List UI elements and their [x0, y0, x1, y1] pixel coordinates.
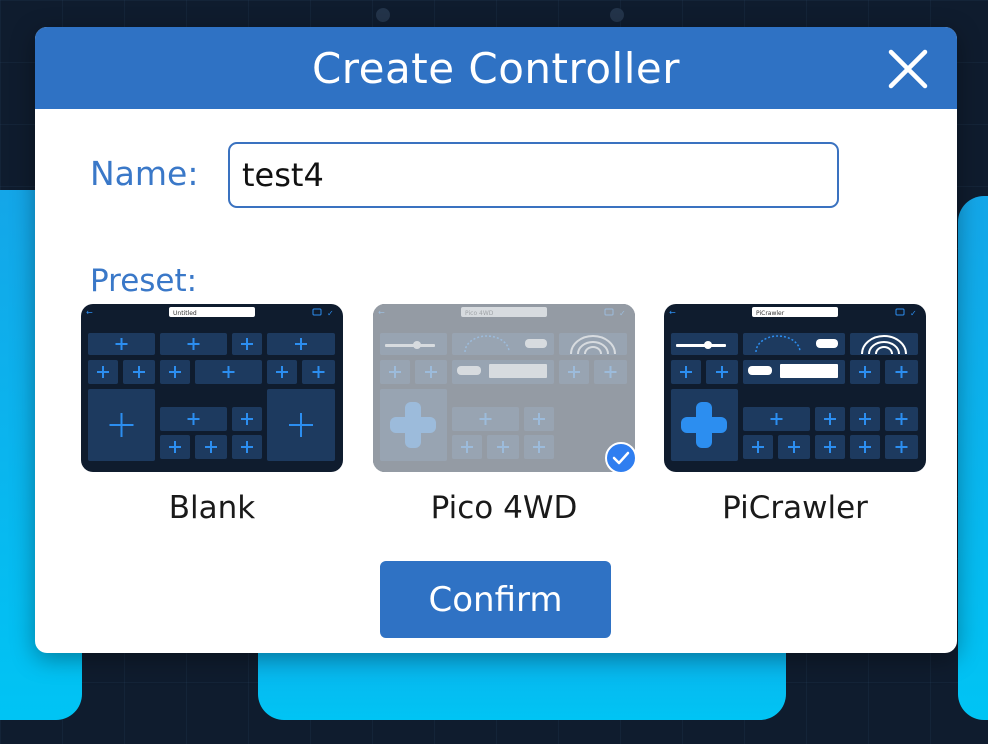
svg-text:✓: ✓	[910, 309, 917, 318]
dialog-header: Create Controller	[35, 27, 957, 109]
background-dot	[376, 8, 390, 22]
selected-check-icon	[605, 442, 637, 474]
create-controller-dialog: Create Controller Name: Preset: Untitled…	[35, 27, 957, 653]
preset-label: Preset:	[90, 263, 198, 299]
svg-text:Untitled: Untitled	[173, 310, 197, 317]
preset-preview-image: PiCrawler ← ✓	[664, 304, 926, 472]
preset-preview-image: Pico 4WD←✓	[373, 304, 635, 472]
preset-thumbnail: PiCrawler ← ✓	[664, 304, 926, 472]
background-dot	[610, 8, 624, 22]
name-input[interactable]	[228, 142, 839, 208]
close-button[interactable]	[887, 48, 929, 90]
dialog-title: Create Controller	[311, 43, 680, 93]
preset-name: Blank	[168, 490, 256, 526]
preset-name: Pico 4WD	[430, 490, 578, 526]
confirm-button[interactable]: Confirm	[380, 561, 611, 638]
name-label: Name:	[90, 154, 199, 193]
svg-text:✓: ✓	[327, 309, 334, 318]
svg-text:←: ←	[86, 308, 93, 317]
svg-text:PiCrawler: PiCrawler	[756, 310, 785, 317]
preset-thumbnail: Untitled ← ✓	[81, 304, 343, 472]
preset-blank[interactable]: Untitled ← ✓ Blank	[81, 304, 343, 526]
preset-pico-4wd[interactable]: Pico 4WD←✓ Pico 4WD	[373, 304, 637, 526]
background-card-right	[958, 196, 988, 720]
close-icon	[888, 49, 928, 89]
svg-text:←: ←	[669, 308, 676, 317]
preset-name: PiCrawler	[722, 490, 868, 526]
preset-preview-image: Untitled ← ✓	[81, 304, 343, 472]
preset-thumbnail: Pico 4WD←✓	[373, 304, 637, 474]
preset-picrawler[interactable]: PiCrawler ← ✓ PiCrawler	[664, 304, 926, 526]
